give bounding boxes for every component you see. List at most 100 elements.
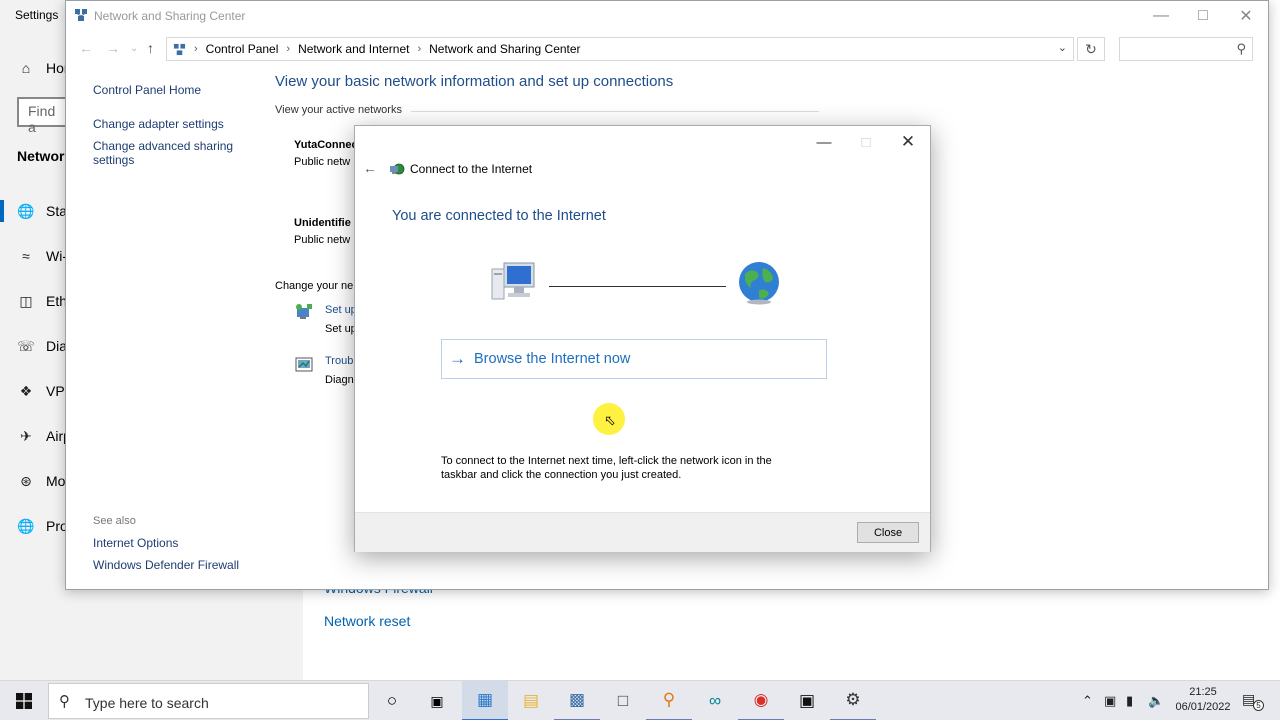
network-reset-link[interactable]: Network reset bbox=[324, 613, 410, 629]
connect-dialog: — □ ✕ ← Connect to the Internet You are … bbox=[354, 125, 931, 552]
notification-button[interactable]: ▤ 5 bbox=[1242, 691, 1264, 711]
globe-icon: 🌐 bbox=[17, 202, 35, 219]
up-arrow-icon[interactable]: ↑ bbox=[147, 40, 154, 56]
mouse-pointer-icon: ⬁ bbox=[604, 412, 616, 428]
back-arrow-icon[interactable]: ← bbox=[79, 40, 93, 56]
settings-nav-wifi[interactable]: ≈ Wi- bbox=[0, 241, 70, 271]
control-panel-home-link[interactable]: Control Panel Home bbox=[93, 83, 201, 97]
close-window-button[interactable]: ✕ bbox=[1223, 1, 1269, 31]
arrow-right-icon: → bbox=[449, 349, 466, 368]
cp-search-input[interactable]: ⚲ bbox=[1119, 37, 1253, 61]
change-advanced-sharing-link-cont[interactable]: settings bbox=[93, 153, 134, 167]
settings-nav-proxy[interactable]: 🌐 Pro bbox=[0, 511, 70, 541]
gear-icon: ⚙ bbox=[845, 690, 861, 709]
tray-power-button[interactable]: ▮ bbox=[1126, 681, 1133, 720]
taskbar-file-explorer[interactable]: ▤ bbox=[508, 681, 554, 720]
taskbar-settings[interactable]: ⚙ bbox=[830, 681, 876, 720]
cp-titlebar: Network and Sharing Center — □ ✕ bbox=[66, 1, 1268, 32]
page-title: View your basic network information and … bbox=[275, 73, 674, 90]
see-also-label: See also bbox=[93, 515, 136, 527]
cortana-button[interactable]: ○ bbox=[369, 681, 415, 720]
troubleshoot-icon bbox=[295, 357, 313, 372]
taskbar-chrome[interactable]: ◉ bbox=[738, 681, 784, 720]
settings-nav-vpn[interactable]: ❖ VPN bbox=[0, 376, 75, 406]
settings-nav-label: Wi- bbox=[46, 248, 67, 264]
search-icon: ⚲ bbox=[1236, 41, 1246, 56]
breadcrumb-control-panel[interactable]: Control Panel bbox=[206, 42, 279, 56]
settings-nav-ethernet[interactable]: ◫ Eth bbox=[0, 286, 70, 316]
magnifier-icon: ⚲ bbox=[662, 690, 676, 709]
clock-date: 06/01/2022 bbox=[1175, 701, 1231, 713]
internet-options-link[interactable]: Internet Options bbox=[93, 536, 178, 550]
control-panel-icon: ▦ bbox=[476, 690, 494, 709]
change-adapter-link[interactable]: Change adapter settings bbox=[93, 117, 224, 131]
battery-icon: ▮ bbox=[1126, 693, 1134, 708]
vpn-icon: ❖ bbox=[19, 382, 33, 399]
settings-nav-dialup[interactable]: ☏ Dia bbox=[0, 331, 70, 361]
change-advanced-sharing-link[interactable]: Change advanced sharing bbox=[93, 139, 233, 153]
settings-nav-status[interactable]: 🌐 Sta bbox=[0, 196, 70, 226]
tray-volume-button[interactable]: 🔈 bbox=[1148, 681, 1164, 720]
taskbar-terminal[interactable]: ▣ bbox=[784, 681, 830, 720]
minimize-button[interactable]: — bbox=[1138, 1, 1184, 31]
network-type: Public netw bbox=[294, 156, 351, 168]
chrome-icon: ◉ bbox=[753, 690, 769, 709]
defender-firewall-link[interactable]: Windows Defender Firewall bbox=[93, 558, 239, 572]
taskbar-clock[interactable]: 21:25 06/01/2022 bbox=[1172, 685, 1234, 715]
search-icon: ⚲ bbox=[59, 693, 70, 710]
tray-network-button[interactable]: ▣ bbox=[1104, 681, 1116, 720]
connection-icon bbox=[390, 163, 405, 175]
dialog-note: To connect to the Internet next time, le… bbox=[441, 455, 772, 481]
tray-overflow-button[interactable]: ⌃ bbox=[1082, 681, 1093, 720]
start-button[interactable] bbox=[0, 681, 48, 720]
address-bar[interactable]: › Control Panel › Network and Internet ›… bbox=[166, 37, 1074, 61]
task-view-button[interactable]: ▣ bbox=[414, 681, 460, 720]
volume-icon: 🔈 bbox=[1148, 693, 1165, 708]
dialog-heading: You are connected to the Internet bbox=[392, 208, 606, 224]
dialog-maximize-button: □ bbox=[861, 133, 871, 151]
address-row: ← → ⌄ ↑ › Control Panel › Network and In… bbox=[66, 34, 1268, 64]
refresh-button[interactable]: ↻ bbox=[1077, 37, 1105, 61]
settings-nav-label: Mo bbox=[46, 473, 66, 489]
network-name: YutaConnec bbox=[294, 139, 358, 151]
taskbar: ⚲ Type here to search ○ ▣ ▦ ▤ ▩ □ ⚲ ∞ ◉ … bbox=[0, 680, 1280, 720]
network-center-icon bbox=[173, 43, 186, 55]
settings-nav-label: Sta bbox=[46, 203, 68, 219]
breadcrumb-network-sharing[interactable]: Network and Sharing Center bbox=[429, 42, 580, 56]
setup-connection-link[interactable]: Set up bbox=[325, 304, 357, 316]
device-icon: □ bbox=[617, 691, 629, 710]
back-arrow-icon[interactable]: ← bbox=[363, 160, 377, 176]
refresh-icon: ↻ bbox=[1085, 40, 1097, 57]
breadcrumb-network-internet[interactable]: Network and Internet bbox=[298, 42, 409, 56]
terminal-icon: ▣ bbox=[798, 691, 816, 710]
settings-nav-hotspot[interactable]: ⊛ Mo bbox=[0, 466, 70, 496]
troubleshoot-link[interactable]: Troub bbox=[325, 355, 353, 367]
forward-arrow-icon[interactable]: → bbox=[106, 40, 120, 56]
dialog-close-x-button[interactable]: ✕ bbox=[886, 128, 930, 156]
browse-internet-button[interactable]: → Browse the Internet now bbox=[441, 339, 827, 379]
settings-nav-airplane[interactable]: ✈ Airp bbox=[0, 421, 71, 451]
dialog-minimize-button[interactable]: — bbox=[802, 128, 846, 156]
dialog-footer: Close bbox=[355, 512, 930, 552]
chevron-down-icon[interactable]: ⌄ bbox=[1058, 41, 1067, 54]
hotspot-icon: ⊛ bbox=[20, 472, 32, 489]
taskbar-network-app[interactable]: ▩ bbox=[554, 681, 600, 720]
taskbar-control-panel[interactable]: ▦ bbox=[462, 681, 508, 720]
settings-title: Settings bbox=[15, 8, 59, 22]
settings-nav-home[interactable]: ⌂ Hom bbox=[0, 53, 76, 83]
maximize-button[interactable]: □ bbox=[1180, 1, 1226, 31]
active-networks-label: View your active networks bbox=[275, 104, 402, 116]
breadcrumb-separator: › bbox=[286, 43, 291, 55]
taskbar-search-app[interactable]: ⚲ bbox=[646, 681, 692, 720]
notification-count-badge: 5 bbox=[1253, 700, 1264, 711]
arduino-icon: ∞ bbox=[708, 691, 722, 710]
proxy-icon: 🌐 bbox=[17, 517, 35, 534]
close-button[interactable]: Close bbox=[857, 522, 919, 543]
change-settings-label: Change your ne bbox=[275, 280, 354, 292]
taskbar-arduino[interactable]: ∞ bbox=[692, 681, 738, 720]
breadcrumb-separator: › bbox=[194, 43, 198, 55]
taskbar-search-input[interactable]: ⚲ Type here to search bbox=[48, 683, 369, 719]
taskbar-app-device[interactable]: □ bbox=[600, 681, 646, 720]
recent-dropdown-icon[interactable]: ⌄ bbox=[130, 43, 138, 54]
settings-section-title: Network bbox=[17, 148, 73, 164]
